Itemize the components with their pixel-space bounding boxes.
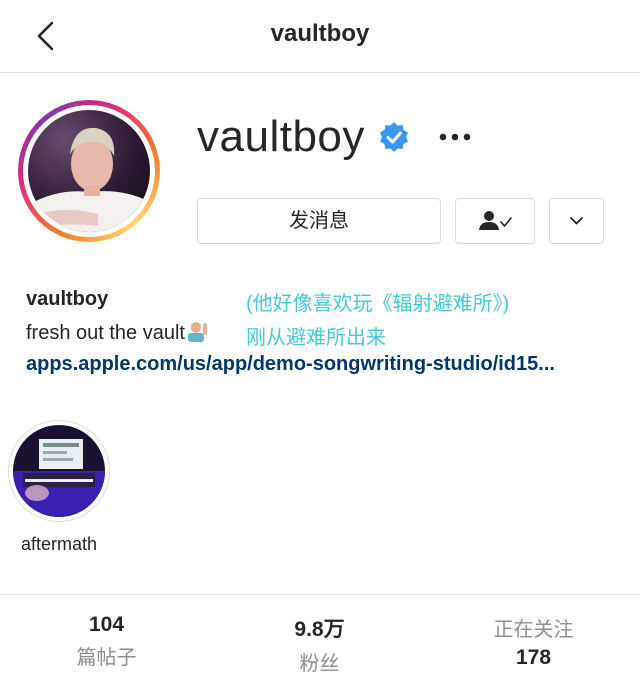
bio-text-content: fresh out the vault [26,322,185,344]
top-bar-title: vaultboy [270,20,370,47]
highlight-label: aftermath [20,534,98,554]
stats-bar: 104 篇帖子 9.8万 粉丝 正在关注 178 [0,594,640,697]
posts-label: 篇帖子 [76,647,137,669]
following-count: 178 [515,646,552,669]
suggested-dropdown-button[interactable] [549,198,604,244]
posts-count: 104 [88,613,125,636]
stat-posts[interactable]: 104 篇帖子 [0,613,213,670]
verified-badge-icon [378,121,410,153]
top-bar: vaultboy [0,0,640,73]
chevron-down-icon [570,217,583,225]
avatar-photo [28,110,150,232]
following-button[interactable] [455,198,535,244]
stat-following[interactable]: 正在关注 178 [427,613,640,670]
person-raising-hand-emoji-icon [186,320,210,342]
bio-name: vaultboy [26,288,109,310]
profile-username: vaultboy [197,112,365,161]
highlight-thumbnail [13,425,105,517]
story-highlight[interactable] [8,420,110,522]
following-label: 正在关注 [493,619,574,641]
bio-text: fresh out the vault [26,320,210,345]
annotation-line-2: 刚从避难所出来 [246,327,386,349]
followers-label: 粉丝 [299,653,340,675]
more-options-icon[interactable] [432,122,478,152]
profile-avatar[interactable] [18,100,160,242]
followers-count: 9.8万 [294,618,345,641]
annotation-line-1: (他好像喜欢玩《辐射避难所》) [246,293,510,315]
message-button[interactable]: 发消息 [197,198,441,244]
stat-followers[interactable]: 9.8万 粉丝 [213,613,426,676]
person-check-icon [479,211,512,230]
bio-link[interactable]: apps.apple.com/us/app/demo-songwriting-s… [26,353,610,376]
